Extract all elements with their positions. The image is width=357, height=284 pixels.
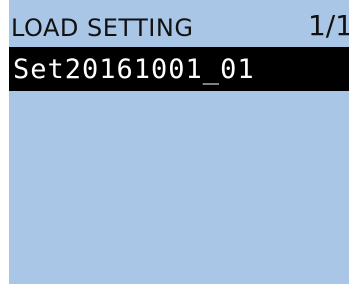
- screen-header: LOAD SETTING 1/1: [9, 0, 349, 46]
- list-item-label: Set20161001_01: [13, 53, 255, 85]
- list-item-setting-file[interactable]: Set20161001_01: [9, 47, 349, 91]
- screen-title: LOAD SETTING: [11, 14, 194, 42]
- page-indicator: 1/1: [307, 9, 349, 42]
- settings-file-list: Set20161001_01: [9, 47, 349, 91]
- lcd-screen: LOAD SETTING 1/1 Set20161001_01: [9, 0, 349, 284]
